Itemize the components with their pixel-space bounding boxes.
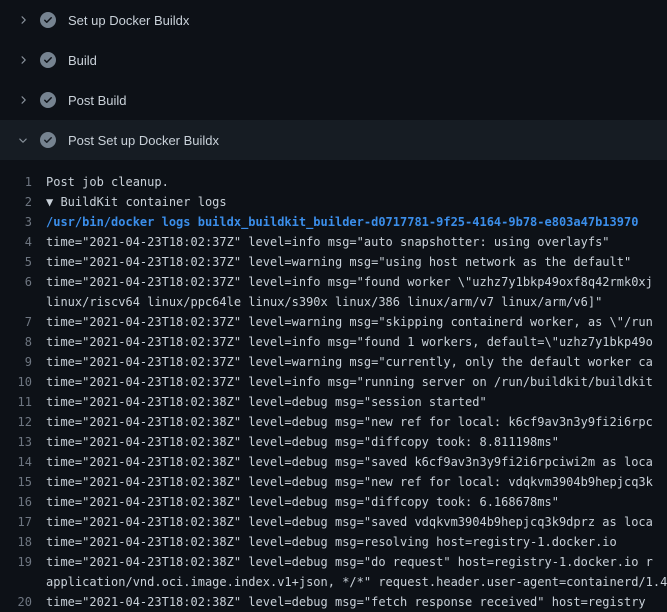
log-line-number[interactable]: 16 bbox=[0, 492, 46, 512]
log-line-number[interactable]: 10 bbox=[0, 372, 46, 392]
step-label: Build bbox=[68, 53, 97, 68]
log-line-number-empty bbox=[0, 572, 46, 592]
log-line-number[interactable]: 13 bbox=[0, 432, 46, 452]
log-line-number[interactable]: 8 bbox=[0, 332, 46, 352]
log-line-number[interactable]: 20 bbox=[0, 592, 46, 612]
log-line-text: time="2021-04-23T18:02:37Z" level=warnin… bbox=[46, 312, 667, 332]
log-line: 18time="2021-04-23T18:02:38Z" level=debu… bbox=[0, 532, 667, 552]
log-line-text: time="2021-04-23T18:02:38Z" level=debug … bbox=[46, 512, 667, 532]
step-label: Set up Docker Buildx bbox=[68, 13, 189, 28]
log-line: 16time="2021-04-23T18:02:38Z" level=debu… bbox=[0, 492, 667, 512]
log-line: 15time="2021-04-23T18:02:38Z" level=debu… bbox=[0, 472, 667, 492]
log-line-text: time="2021-04-23T18:02:37Z" level=info m… bbox=[46, 332, 667, 352]
log-line-text: time="2021-04-23T18:02:37Z" level=warnin… bbox=[46, 252, 667, 272]
log-line: 9time="2021-04-23T18:02:37Z" level=warni… bbox=[0, 352, 667, 372]
step-set-up-docker-buildx[interactable]: Set up Docker Buildx bbox=[0, 0, 667, 40]
log-line-number[interactable]: 3 bbox=[0, 212, 46, 232]
log-line-number[interactable]: 18 bbox=[0, 532, 46, 552]
log-line-number[interactable]: 11 bbox=[0, 392, 46, 412]
log-line-number[interactable]: 4 bbox=[0, 232, 46, 252]
log-line-text: time="2021-04-23T18:02:37Z" level=info m… bbox=[46, 272, 667, 292]
log-line: 6time="2021-04-23T18:02:37Z" level=info … bbox=[0, 272, 667, 292]
workflow-steps-list: Set up Docker Buildx Build Post Build Po… bbox=[0, 0, 667, 160]
log-line-number[interactable]: 19 bbox=[0, 552, 46, 572]
log-line-text: time="2021-04-23T18:02:37Z" level=warnin… bbox=[46, 352, 667, 372]
log-line-text: time="2021-04-23T18:02:38Z" level=debug … bbox=[46, 392, 667, 412]
step-build[interactable]: Build bbox=[0, 40, 667, 80]
check-circle-icon bbox=[40, 52, 56, 68]
log-line-number[interactable]: 9 bbox=[0, 352, 46, 372]
log-line: 8time="2021-04-23T18:02:37Z" level=info … bbox=[0, 332, 667, 352]
log-line: 17time="2021-04-23T18:02:38Z" level=debu… bbox=[0, 512, 667, 532]
log-line: 13time="2021-04-23T18:02:38Z" level=debu… bbox=[0, 432, 667, 452]
log-line-number[interactable]: 12 bbox=[0, 412, 46, 432]
log-line-text: time="2021-04-23T18:02:38Z" level=debug … bbox=[46, 532, 667, 552]
log-line-number[interactable]: 1 bbox=[0, 172, 46, 192]
log-line-text: time="2021-04-23T18:02:37Z" level=info m… bbox=[46, 372, 667, 392]
log-line: 14time="2021-04-23T18:02:38Z" level=debu… bbox=[0, 452, 667, 472]
log-line: 19time="2021-04-23T18:02:38Z" level=debu… bbox=[0, 552, 667, 572]
log-line-number[interactable]: 5 bbox=[0, 252, 46, 272]
log-line-text: time="2021-04-23T18:02:38Z" level=debug … bbox=[46, 412, 667, 432]
log-line: 11time="2021-04-23T18:02:38Z" level=debu… bbox=[0, 392, 667, 412]
check-circle-icon bbox=[40, 12, 56, 28]
log-line-text: time="2021-04-23T18:02:38Z" level=debug … bbox=[46, 432, 667, 452]
log-line-text: linux/riscv64 linux/ppc64le linux/s390x … bbox=[46, 292, 667, 312]
log-line: 4time="2021-04-23T18:02:37Z" level=info … bbox=[0, 232, 667, 252]
check-circle-icon bbox=[40, 92, 56, 108]
log-group-toggle[interactable]: ▼ BuildKit container logs bbox=[46, 192, 667, 212]
chevron-down-icon bbox=[16, 133, 30, 147]
log-line: 1Post job cleanup. bbox=[0, 172, 667, 192]
log-line-text: time="2021-04-23T18:02:38Z" level=debug … bbox=[46, 592, 667, 612]
log-line: 3/usr/bin/docker logs buildx_buildkit_bu… bbox=[0, 212, 667, 232]
log-line-text: Post job cleanup. bbox=[46, 172, 667, 192]
chevron-right-icon bbox=[16, 53, 30, 67]
log-line-continuation: application/vnd.oci.image.index.v1+json,… bbox=[0, 572, 667, 592]
log-line-number-empty bbox=[0, 292, 46, 312]
log-line-text: application/vnd.oci.image.index.v1+json,… bbox=[46, 572, 667, 592]
log-line-text: time="2021-04-23T18:02:38Z" level=debug … bbox=[46, 472, 667, 492]
log-line-number[interactable]: 2 bbox=[0, 192, 46, 212]
log-line: 20time="2021-04-23T18:02:38Z" level=debu… bbox=[0, 592, 667, 612]
log-lines: 1Post job cleanup.2▼ BuildKit container … bbox=[0, 160, 667, 612]
step-label: Post Set up Docker Buildx bbox=[68, 133, 219, 148]
check-circle-icon bbox=[40, 132, 56, 148]
step-post-build[interactable]: Post Build bbox=[0, 80, 667, 120]
log-line: 2▼ BuildKit container logs bbox=[0, 192, 667, 212]
log-line: 12time="2021-04-23T18:02:38Z" level=debu… bbox=[0, 412, 667, 432]
chevron-right-icon bbox=[16, 13, 30, 27]
step-label: Post Build bbox=[68, 93, 127, 108]
log-line-continuation: linux/riscv64 linux/ppc64le linux/s390x … bbox=[0, 292, 667, 312]
log-line-text: time="2021-04-23T18:02:38Z" level=debug … bbox=[46, 552, 667, 572]
step-post-set-up-docker-buildx[interactable]: Post Set up Docker Buildx bbox=[0, 120, 667, 160]
log-line-text: time="2021-04-23T18:02:37Z" level=info m… bbox=[46, 232, 667, 252]
log-command-text: /usr/bin/docker logs buildx_buildkit_bui… bbox=[46, 212, 667, 232]
log-line-number[interactable]: 6 bbox=[0, 272, 46, 292]
log-line-number[interactable]: 17 bbox=[0, 512, 46, 532]
log-line-number[interactable]: 7 bbox=[0, 312, 46, 332]
log-line-number[interactable]: 15 bbox=[0, 472, 46, 492]
chevron-right-icon bbox=[16, 93, 30, 107]
log-line-number[interactable]: 14 bbox=[0, 452, 46, 472]
log-line-text: time="2021-04-23T18:02:38Z" level=debug … bbox=[46, 452, 667, 472]
log-line: 10time="2021-04-23T18:02:37Z" level=info… bbox=[0, 372, 667, 392]
log-line-text: time="2021-04-23T18:02:38Z" level=debug … bbox=[46, 492, 667, 512]
log-line: 5time="2021-04-23T18:02:37Z" level=warni… bbox=[0, 252, 667, 272]
log-line: 7time="2021-04-23T18:02:37Z" level=warni… bbox=[0, 312, 667, 332]
